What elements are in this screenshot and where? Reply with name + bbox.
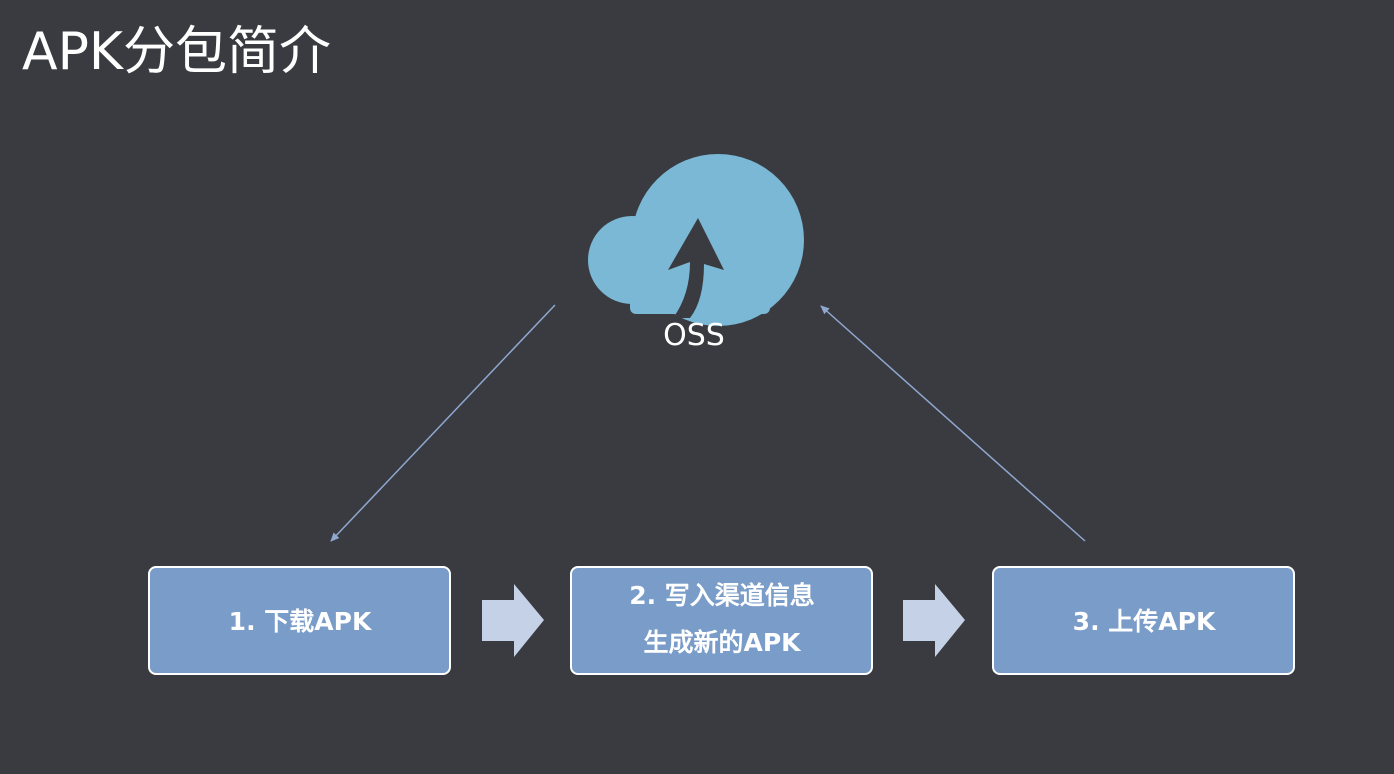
step-label: 2. 写入渠道信息 [629,581,815,610]
download-connector-line [330,304,556,542]
step-label: 生成新的APK [643,628,802,657]
step-box-download: 1. 下载APK [148,566,451,675]
step-label: 1. 下载APK [229,607,373,636]
step-box-upload: 3. 上传APK [992,566,1295,675]
upload-connector-line [820,305,1086,542]
step-label: 3. 上传APK [1073,607,1217,636]
flow-arrow-icon [903,584,965,657]
oss-cloud-icon [588,154,804,326]
step-box-write-channel: 2. 写入渠道信息 生成新的APK [570,566,873,675]
flow-arrow-icon [482,584,544,657]
oss-label: OSS [663,318,725,353]
apk-flow-diagram: OSS 1. 下载APK 2. 写入渠道信息 生成新的APK 3. 上传APK [148,154,1295,675]
